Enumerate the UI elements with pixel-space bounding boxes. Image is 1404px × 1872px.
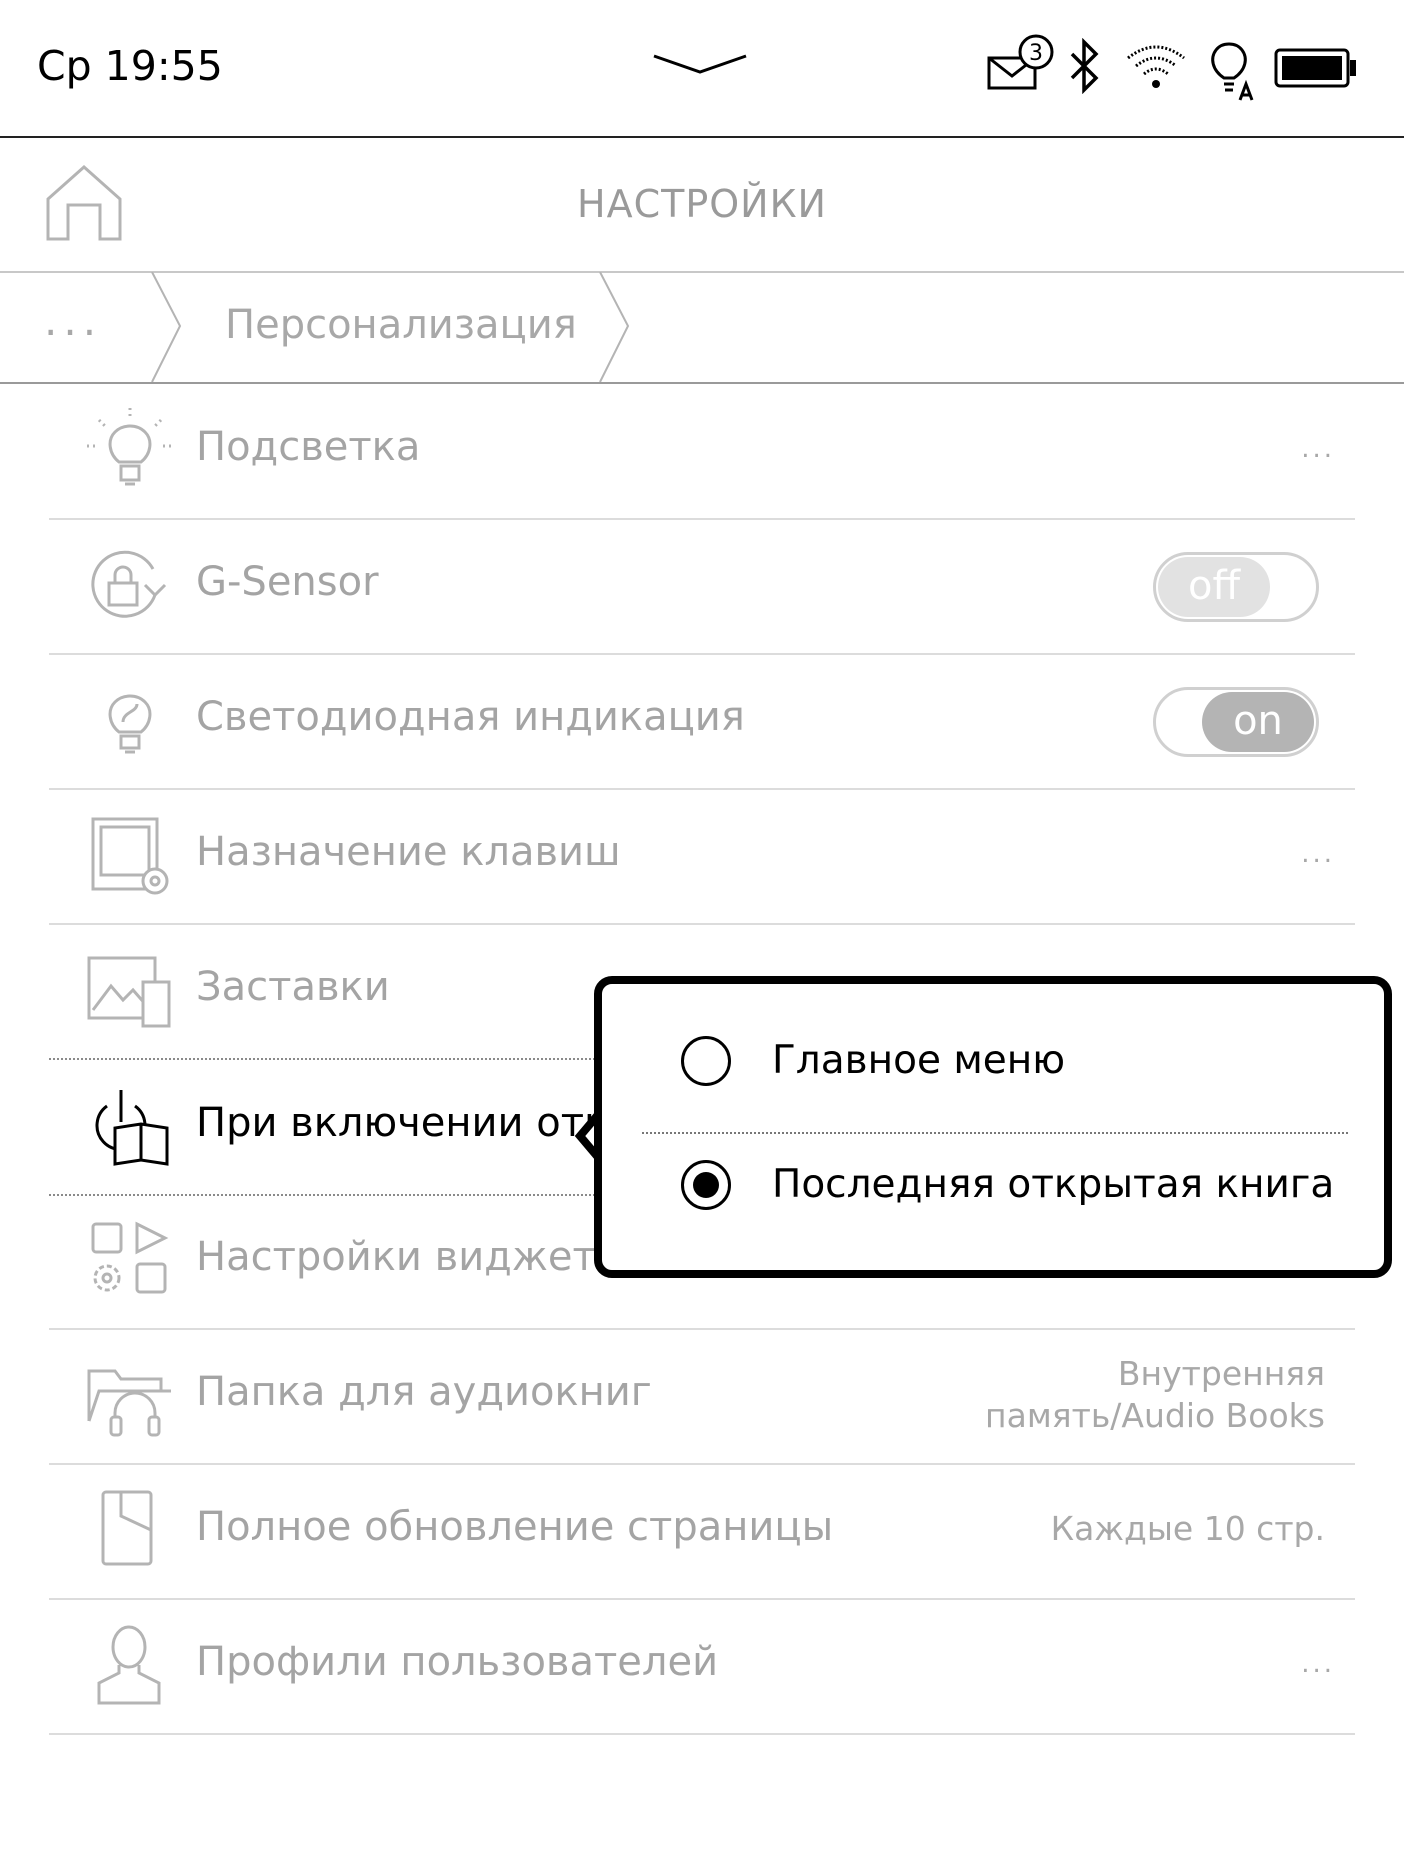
breadcrumb-more-button[interactable]: ... bbox=[44, 296, 102, 345]
toggle-state: on bbox=[1202, 692, 1314, 752]
audio-folder-value: Внутренняя память/Audio Books bbox=[985, 1353, 1325, 1437]
settings-item-led[interactable]: Светодиодная индикация on bbox=[49, 654, 1355, 790]
settings-item-keys[interactable]: Назначение клавиш ... bbox=[49, 789, 1355, 925]
settings-item-label: Полное обновление страницы bbox=[196, 1504, 834, 1550]
battery-icon bbox=[1274, 48, 1356, 88]
settings-item-profiles[interactable]: Профили пользователей ... bbox=[49, 1599, 1355, 1735]
settings-item-label: Подсветка bbox=[196, 424, 421, 470]
settings-item-refresh[interactable]: Полное обновление страницы Каждые 10 стр… bbox=[49, 1464, 1355, 1600]
screensaver-image-icon bbox=[87, 956, 171, 1028]
audio-folder-value-line1: Внутренняя bbox=[1117, 1354, 1325, 1393]
settings-item-label: Профили пользователей bbox=[196, 1639, 719, 1685]
settings-item-label: При включении открывать bbox=[196, 1100, 616, 1146]
power-book-icon bbox=[95, 1090, 169, 1166]
option-last-book[interactable]: Последняя открытая книга bbox=[602, 1116, 1384, 1256]
key-mapping-icon bbox=[91, 817, 169, 895]
status-bar: Ср 19:55 3 bbox=[0, 0, 1404, 138]
gsensor-toggle[interactable]: off bbox=[1153, 552, 1319, 622]
pull-down-handle-icon[interactable] bbox=[652, 52, 748, 76]
settings-item-label: Светодиодная индикация bbox=[196, 694, 745, 740]
option-label: Главное меню bbox=[772, 1038, 1066, 1083]
option-label: Последняя открытая книга bbox=[772, 1162, 1335, 1207]
settings-item-audio-folder[interactable]: Папка для аудиокниг Внутренняя память/Au… bbox=[49, 1329, 1355, 1465]
audiobook-folder-icon bbox=[87, 1369, 171, 1437]
more-indicator: ... bbox=[1301, 839, 1335, 869]
radio-button[interactable] bbox=[681, 1036, 731, 1086]
widgets-settings-icon bbox=[91, 1221, 169, 1294]
settings-item-label: Заставки bbox=[196, 964, 390, 1010]
breadcrumb-item-personalization[interactable]: Персонализация bbox=[225, 302, 577, 348]
settings-item-label: Назначение клавиш bbox=[196, 829, 621, 875]
toggle-state: off bbox=[1158, 557, 1270, 617]
page-refresh-icon bbox=[101, 1490, 153, 1566]
mail-notification-icon[interactable]: 3 bbox=[986, 34, 1056, 94]
more-indicator: ... bbox=[1301, 434, 1335, 464]
frontlight-auto-icon[interactable] bbox=[1206, 38, 1256, 102]
settings-item-label: G-Sensor bbox=[196, 559, 379, 605]
wifi-icon bbox=[1127, 45, 1185, 88]
settings-item-label: Папка для аудиокниг bbox=[196, 1369, 652, 1415]
radio-button-selected[interactable] bbox=[681, 1160, 731, 1210]
user-profile-icon bbox=[97, 1625, 161, 1705]
on-power-options-popup: Главное меню Последняя открытая книга bbox=[594, 976, 1392, 1278]
mail-count: 3 bbox=[1029, 41, 1043, 66]
led-toggle[interactable]: on bbox=[1153, 687, 1319, 757]
settings-item-backlight[interactable]: Подсветка ... bbox=[49, 384, 1355, 520]
lightbulb-icon bbox=[87, 408, 173, 486]
more-indicator: ... bbox=[1301, 1649, 1335, 1679]
rotation-lock-icon bbox=[91, 550, 167, 618]
breadcrumb bbox=[0, 272, 1404, 384]
settings-item-gsensor[interactable]: G-Sensor off bbox=[49, 519, 1355, 655]
refresh-value: Каждые 10 стр. bbox=[1050, 1509, 1325, 1548]
page-title: НАСТРОЙКИ bbox=[577, 182, 827, 226]
audio-folder-value-line2: память/Audio Books bbox=[985, 1396, 1325, 1435]
bluetooth-icon bbox=[1070, 38, 1099, 94]
clock: Ср 19:55 bbox=[37, 42, 223, 90]
led-indicator-icon bbox=[108, 694, 152, 754]
settings-item-label: Настройки виджета bbox=[196, 1234, 616, 1280]
option-main-menu[interactable]: Главное меню bbox=[602, 992, 1384, 1132]
